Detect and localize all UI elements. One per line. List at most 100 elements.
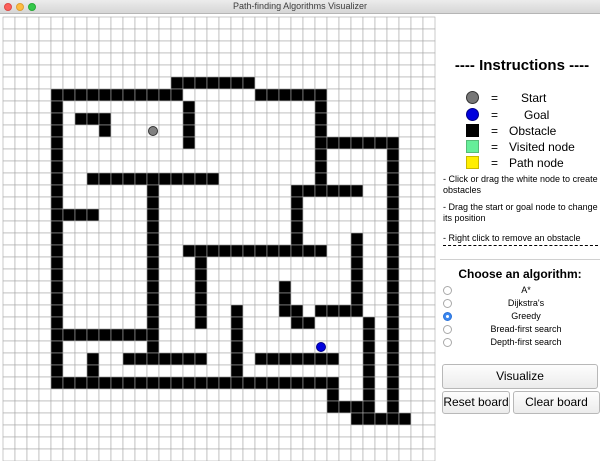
grid-node[interactable] bbox=[14, 316, 28, 330]
radio-button[interactable] bbox=[443, 299, 452, 308]
grid-node[interactable] bbox=[230, 28, 244, 42]
grid-node[interactable] bbox=[122, 316, 136, 330]
grid-node[interactable] bbox=[14, 244, 28, 258]
grid-node[interactable] bbox=[38, 148, 52, 162]
obstacle-node[interactable] bbox=[266, 88, 280, 102]
grid-node[interactable] bbox=[422, 220, 436, 234]
grid-node[interactable] bbox=[278, 112, 292, 126]
grid-node[interactable] bbox=[110, 196, 124, 210]
obstacle-node[interactable] bbox=[290, 88, 304, 102]
grid-node[interactable] bbox=[158, 16, 172, 30]
grid-node[interactable] bbox=[410, 328, 424, 342]
grid-node[interactable] bbox=[38, 340, 52, 354]
grid-node[interactable] bbox=[254, 136, 268, 150]
grid-node[interactable] bbox=[230, 184, 244, 198]
grid-node[interactable] bbox=[422, 160, 436, 174]
grid-node[interactable] bbox=[194, 196, 208, 210]
obstacle-node[interactable] bbox=[386, 172, 400, 186]
grid-node[interactable] bbox=[98, 304, 112, 318]
grid-node[interactable] bbox=[362, 196, 376, 210]
grid-node[interactable] bbox=[398, 340, 412, 354]
grid-node[interactable] bbox=[326, 172, 340, 186]
grid-node[interactable] bbox=[254, 100, 268, 114]
grid-node[interactable] bbox=[338, 256, 352, 270]
grid-node[interactable] bbox=[86, 16, 100, 30]
grid-node[interactable] bbox=[26, 268, 40, 282]
grid-node[interactable] bbox=[278, 100, 292, 114]
grid-node[interactable] bbox=[26, 112, 40, 126]
grid-node[interactable] bbox=[182, 256, 196, 270]
grid-node[interactable] bbox=[422, 292, 436, 306]
grid-node[interactable] bbox=[338, 292, 352, 306]
grid-node[interactable] bbox=[266, 412, 280, 426]
obstacle-node[interactable] bbox=[194, 292, 208, 306]
grid-node[interactable] bbox=[122, 148, 136, 162]
grid-node[interactable] bbox=[314, 400, 328, 414]
grid-node[interactable] bbox=[338, 328, 352, 342]
grid-node[interactable] bbox=[266, 400, 280, 414]
obstacle-node[interactable] bbox=[302, 316, 316, 330]
grid-node[interactable] bbox=[86, 100, 100, 114]
grid-node[interactable] bbox=[110, 352, 124, 366]
grid-node[interactable] bbox=[98, 52, 112, 66]
obstacle-node[interactable] bbox=[74, 328, 88, 342]
grid-node[interactable] bbox=[86, 304, 100, 318]
grid-node[interactable] bbox=[206, 136, 220, 150]
grid-node[interactable] bbox=[350, 112, 364, 126]
grid-node[interactable] bbox=[158, 412, 172, 426]
grid-node[interactable] bbox=[422, 40, 436, 54]
grid-node[interactable] bbox=[182, 208, 196, 222]
grid-node[interactable] bbox=[338, 28, 352, 42]
grid-node[interactable] bbox=[278, 40, 292, 54]
grid-node[interactable] bbox=[218, 64, 232, 78]
grid-node[interactable] bbox=[374, 148, 388, 162]
grid-node[interactable] bbox=[290, 28, 304, 42]
grid-node[interactable] bbox=[422, 136, 436, 150]
grid-node[interactable] bbox=[218, 388, 232, 402]
grid-node[interactable] bbox=[2, 40, 16, 54]
grid-node[interactable] bbox=[182, 448, 196, 461]
grid-node[interactable] bbox=[110, 436, 124, 450]
grid-node[interactable] bbox=[362, 76, 376, 90]
obstacle-node[interactable] bbox=[50, 352, 64, 366]
grid-node[interactable] bbox=[350, 196, 364, 210]
grid-node[interactable] bbox=[74, 364, 88, 378]
grid-node[interactable] bbox=[374, 328, 388, 342]
grid-node[interactable] bbox=[410, 388, 424, 402]
grid-node[interactable] bbox=[146, 16, 160, 30]
grid-node[interactable] bbox=[290, 268, 304, 282]
grid-node[interactable] bbox=[206, 52, 220, 66]
grid-node[interactable] bbox=[410, 280, 424, 294]
grid-node[interactable] bbox=[14, 376, 28, 390]
grid-node[interactable] bbox=[398, 448, 412, 461]
grid-node[interactable] bbox=[74, 196, 88, 210]
obstacle-node[interactable] bbox=[194, 304, 208, 318]
grid-node[interactable] bbox=[98, 412, 112, 426]
grid-node[interactable] bbox=[410, 256, 424, 270]
radio-button[interactable] bbox=[443, 325, 452, 334]
grid-node[interactable] bbox=[386, 124, 400, 138]
grid-node[interactable] bbox=[338, 88, 352, 102]
grid-node[interactable] bbox=[98, 340, 112, 354]
grid-node[interactable] bbox=[206, 388, 220, 402]
grid-node[interactable] bbox=[74, 280, 88, 294]
obstacle-node[interactable] bbox=[290, 244, 304, 258]
grid-node[interactable] bbox=[410, 16, 424, 30]
obstacle-node[interactable] bbox=[386, 160, 400, 174]
grid-node[interactable] bbox=[182, 52, 196, 66]
obstacle-node[interactable] bbox=[158, 376, 172, 390]
grid-node[interactable] bbox=[278, 208, 292, 222]
grid-node[interactable] bbox=[182, 424, 196, 438]
grid-node[interactable] bbox=[2, 88, 16, 102]
obstacle-node[interactable] bbox=[206, 172, 220, 186]
grid-node[interactable] bbox=[374, 88, 388, 102]
grid-node[interactable] bbox=[98, 448, 112, 461]
grid-node[interactable] bbox=[398, 28, 412, 42]
grid-node[interactable] bbox=[146, 412, 160, 426]
grid-node[interactable] bbox=[362, 292, 376, 306]
obstacle-node[interactable] bbox=[86, 364, 100, 378]
grid-node[interactable] bbox=[2, 196, 16, 210]
grid-node[interactable] bbox=[74, 316, 88, 330]
grid-node[interactable] bbox=[146, 148, 160, 162]
grid-node[interactable] bbox=[242, 196, 256, 210]
